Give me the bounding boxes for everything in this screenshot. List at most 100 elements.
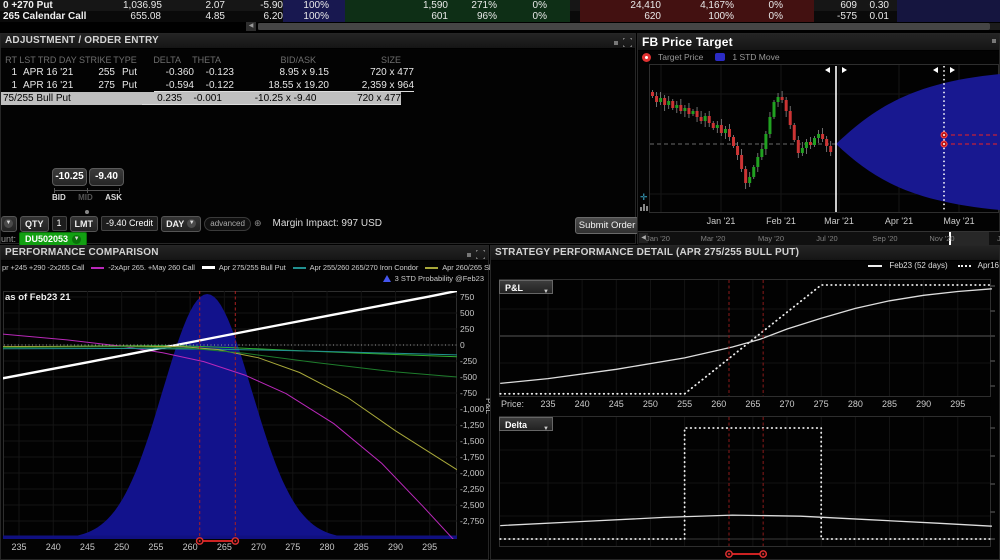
row-tail bbox=[897, 0, 1000, 11]
svg-text:290: 290 bbox=[388, 542, 403, 552]
chevron-down-icon: ▼ bbox=[4, 219, 13, 228]
svg-text:-750: -750 bbox=[460, 388, 477, 398]
expand-icon[interactable] bbox=[623, 38, 632, 47]
green-cells: 601 96% 0% bbox=[345, 11, 570, 22]
histogram-icon[interactable] bbox=[640, 202, 650, 211]
advanced-button[interactable]: advanced bbox=[204, 217, 251, 231]
svg-text:285: 285 bbox=[354, 542, 369, 552]
as-of-label: as of Feb23 21 bbox=[5, 292, 70, 303]
svg-text:275: 275 bbox=[285, 542, 300, 552]
svg-text:240: 240 bbox=[46, 542, 61, 552]
order-type-button[interactable]: ▼ bbox=[1, 216, 17, 232]
strategy-summary-row[interactable]: 75/255 Bull Put 0.235 -0.001 -10.25 x -9… bbox=[1, 92, 401, 105]
pct-cell: 100% bbox=[283, 0, 345, 11]
svg-text:-2,750: -2,750 bbox=[460, 516, 484, 526]
price-tick: 295 bbox=[946, 399, 970, 409]
performance-comparison-panel: PERFORMANCE COMPARISON pr +245 +290 -2x2… bbox=[0, 245, 489, 560]
price-tick: 285 bbox=[878, 399, 902, 409]
price-tick: 235 bbox=[536, 399, 560, 409]
slider-dot[interactable] bbox=[85, 210, 89, 214]
price-tick: 240 bbox=[570, 399, 594, 409]
qty-value[interactable]: 1 bbox=[52, 216, 67, 231]
green-cells: 1,590 271% 0% bbox=[345, 0, 570, 11]
chart-tools: ✛ bbox=[640, 192, 652, 213]
submit-order-button[interactable]: Submit Order bbox=[575, 217, 639, 234]
chevron-down-icon: ▼ bbox=[187, 219, 196, 228]
svg-text:500: 500 bbox=[460, 308, 474, 318]
pnl-metric-dropdown[interactable]: P&L▼ bbox=[499, 280, 553, 294]
chevron-down-icon: ▼ bbox=[72, 235, 81, 244]
price-tick: 290 bbox=[912, 399, 936, 409]
price-tick: 280 bbox=[843, 399, 867, 409]
red-cells: 24,410 4,167% 0% bbox=[580, 0, 814, 11]
fb-x-axis: Jan '21 Feb '21 Mar '21 Apr '21 May '21 bbox=[638, 216, 1000, 228]
svg-text:265: 265 bbox=[217, 542, 232, 552]
quote-row[interactable]: 0 +270 Put 1,036.95 2.07 -5.90 100% 1,59… bbox=[0, 0, 1000, 11]
delta-metric-dropdown[interactable]: Delta▼ bbox=[499, 417, 553, 431]
svg-text:270: 270 bbox=[251, 542, 266, 552]
limit-button[interactable]: LMT bbox=[70, 216, 99, 232]
order-entry-panel: ADJUSTMENT / ORDER ENTRY RT LST TRD DAY … bbox=[0, 33, 636, 244]
bid-price-button[interactable]: -10.25 bbox=[52, 168, 87, 186]
table-row[interactable]: 1 APR 16 '21 275 Put -0.594 -0.122 18.55… bbox=[1, 79, 414, 92]
qty-button[interactable]: QTY bbox=[20, 216, 49, 232]
svg-text:280: 280 bbox=[320, 542, 335, 552]
price-slider[interactable]: BID MID ASK bbox=[52, 190, 122, 202]
crosshair-icon[interactable]: ✛ bbox=[640, 192, 652, 202]
svg-text:-250: -250 bbox=[460, 356, 477, 366]
svg-text:260: 260 bbox=[183, 542, 198, 552]
price-tick: 275 bbox=[809, 399, 833, 409]
price-range-slider[interactable] bbox=[726, 551, 767, 557]
svg-text:-2,500: -2,500 bbox=[460, 500, 484, 510]
svg-text:-500: -500 bbox=[460, 372, 477, 382]
svg-text:250: 250 bbox=[114, 542, 129, 552]
quote-value: 1,036.95 bbox=[123, 0, 161, 11]
dot-icon[interactable] bbox=[992, 39, 996, 43]
quote-row[interactable]: 265 Calendar Call 655.08 4.85 6.20 100% … bbox=[0, 11, 1000, 22]
svg-text:250: 250 bbox=[460, 324, 474, 334]
pct-cell: 100% bbox=[283, 11, 345, 22]
ask-price-button[interactable]: -9.40 bbox=[89, 168, 124, 186]
legs-table: RT LST TRD DAY STRIKE TYPE DELTA THETA B… bbox=[1, 54, 414, 105]
top-quote-strip: 0 +270 Put 1,036.95 2.07 -5.90 100% 1,59… bbox=[0, 0, 1000, 32]
quote-value: -5.90 bbox=[225, 0, 283, 11]
svg-text:0: 0 bbox=[460, 340, 465, 350]
svg-text:-1,250: -1,250 bbox=[460, 420, 484, 430]
order-controls: ▼ QTY 1 LMT -9.40 Credit DAY▼ advanced ⊕… bbox=[1, 215, 382, 232]
panel-title: ADJUSTMENT / ORDER ENTRY bbox=[1, 34, 635, 49]
horizontal-scrollbar[interactable]: ◀ bbox=[0, 22, 1000, 31]
target-price-marker[interactable] bbox=[941, 141, 947, 147]
price-axis: Price: 235240245250255260265270275280285… bbox=[491, 399, 1000, 411]
svg-text:235: 235 bbox=[11, 542, 26, 552]
red-cells: 620 100% 0% bbox=[580, 11, 814, 22]
chevron-down-icon: ▼ bbox=[543, 422, 549, 436]
tif-button[interactable]: DAY▼ bbox=[161, 216, 201, 232]
fb-range-selector[interactable]: ◀ Jan '20 Mar '20 May '20 Jul '20 Sep '2… bbox=[638, 231, 1000, 245]
performance-comparison-chart: 7505002500-250-500-750-1,000-1,250-1,500… bbox=[1, 246, 490, 560]
row-tail bbox=[897, 11, 1000, 22]
svg-text:-1,500: -1,500 bbox=[460, 436, 484, 446]
scroll-handle[interactable] bbox=[258, 23, 990, 30]
account-selector[interactable]: DU502053 ▼ bbox=[19, 232, 87, 246]
trading-workspace: 0 +270 Put 1,036.95 2.07 -5.90 100% 1,59… bbox=[0, 0, 1000, 560]
position-name: 0 +270 Put bbox=[0, 0, 123, 11]
table-row[interactable]: 1 APR 16 '21 255 Put -0.360 -0.123 8.95 … bbox=[1, 66, 414, 79]
panel-icons bbox=[614, 38, 632, 47]
price-tick: 250 bbox=[638, 399, 662, 409]
dot-icon[interactable] bbox=[614, 41, 618, 45]
plus-icon[interactable]: ⊕ bbox=[254, 218, 262, 229]
limit-price-value[interactable]: -9.40 Credit bbox=[101, 216, 158, 231]
svg-text:-1,750: -1,750 bbox=[460, 452, 484, 462]
fb-legend: Target Price 1 STD Move bbox=[642, 52, 780, 62]
fb-price-chart bbox=[638, 64, 1000, 214]
svg-text:750: 750 bbox=[460, 292, 474, 302]
fb-price-target-panel: FB Price Target Target Price 1 STD Move … bbox=[637, 33, 1000, 244]
price-tick: 260 bbox=[707, 399, 731, 409]
target-price-icon bbox=[642, 53, 651, 62]
target-price-marker[interactable] bbox=[941, 132, 947, 138]
quote-value: 2.07 bbox=[161, 0, 225, 11]
table-header: RT LST TRD DAY STRIKE TYPE DELTA THETA B… bbox=[1, 54, 414, 66]
scroll-left-icon[interactable]: ◀ bbox=[246, 22, 256, 31]
price-tick: 265 bbox=[741, 399, 765, 409]
std-move-icon bbox=[715, 53, 725, 61]
